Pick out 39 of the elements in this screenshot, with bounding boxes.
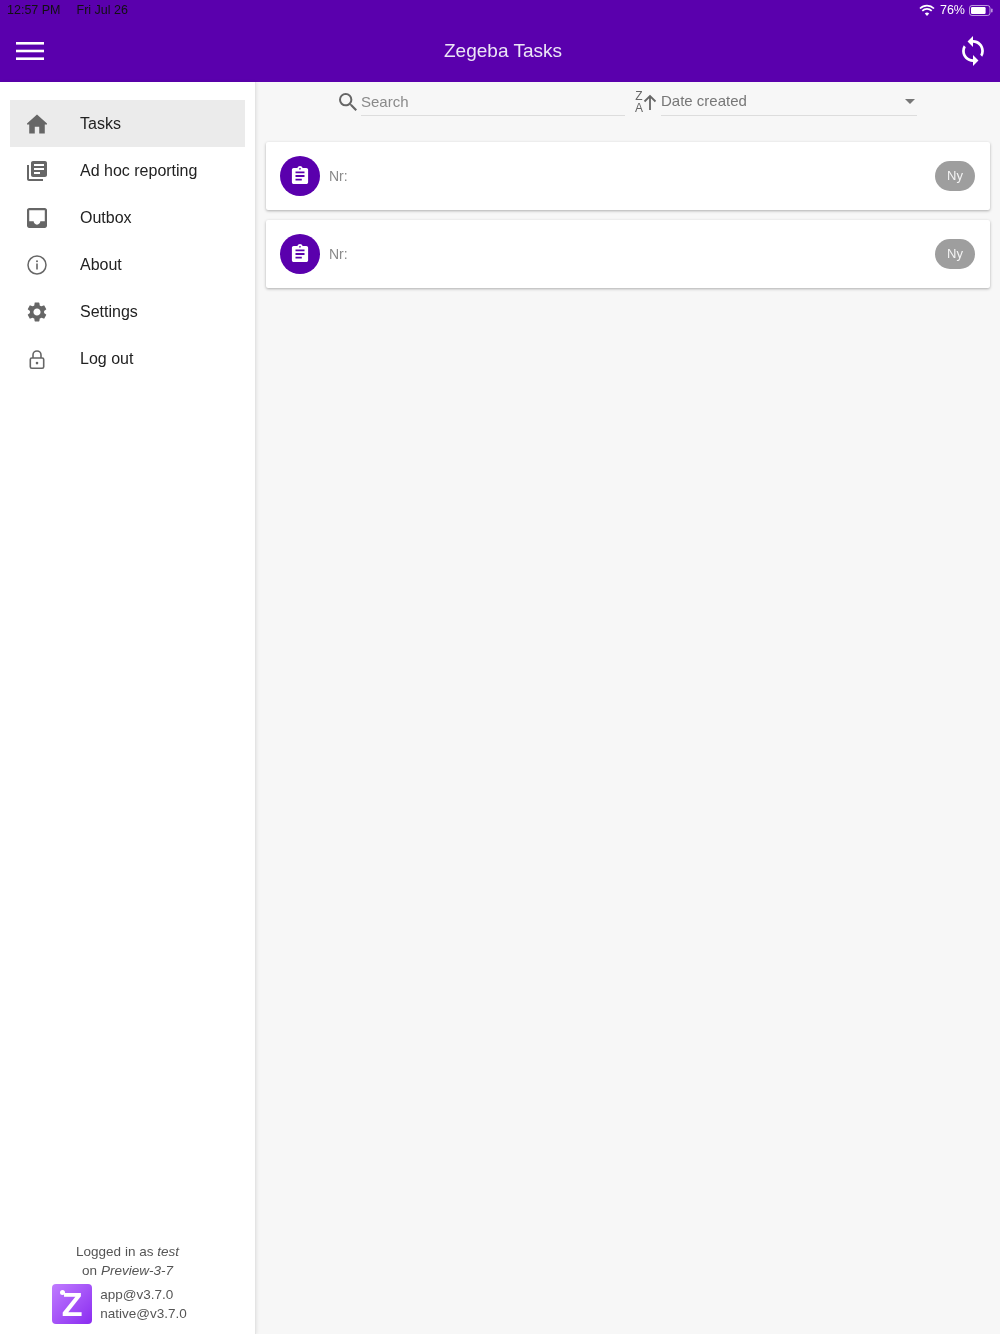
sort-direction-button[interactable]: Z A — [635, 88, 657, 116]
status-badge: Ny — [935, 161, 975, 191]
task-card[interactable]: Nr: Ny — [266, 142, 990, 210]
battery-icon — [969, 4, 993, 16]
app-logo: Z — [52, 1284, 93, 1324]
task-card[interactable]: Nr: Ny — [266, 220, 990, 288]
sync-icon[interactable] — [962, 36, 984, 66]
arrow-up-icon — [643, 94, 657, 110]
lock-icon — [27, 348, 47, 369]
task-number-label: Nr: — [329, 244, 349, 264]
sidebar-item[interactable]: Log out — [10, 335, 245, 382]
status-date: Fri Jul 26 — [76, 1, 128, 19]
login-text: Logged in as test — [76, 1243, 179, 1261]
battery-percent: 76% — [939, 1, 965, 19]
sidebar-item[interactable]: Tasks — [10, 100, 245, 147]
search-field[interactable]: Search — [361, 88, 625, 116]
tray-icon — [27, 207, 47, 228]
caret-icon — [905, 99, 915, 104]
settings-icon — [27, 301, 47, 322]
info-icon — [27, 254, 47, 275]
sidebar-item[interactable]: About — [10, 241, 245, 288]
sidebar-item[interactable]: Ad hoc reporting — [10, 147, 245, 194]
status-badge: Ny — [935, 239, 975, 269]
sort-select[interactable]: Date created — [661, 88, 917, 116]
status-time: 12:57 PM — [7, 1, 61, 19]
task-number-label: Nr: — [329, 166, 349, 186]
wifi-icon — [918, 4, 935, 16]
sidebar-item[interactable]: Outbox — [10, 194, 245, 241]
home-icon — [27, 113, 47, 134]
sidebar-item[interactable]: Settings — [10, 288, 245, 335]
version-text: native@v3.7.0 — [100, 1305, 187, 1323]
menu-icon[interactable] — [16, 42, 44, 60]
search-icon — [339, 93, 357, 111]
server-text: on Preview-3-7 — [82, 1262, 173, 1280]
documents-icon — [27, 160, 47, 181]
clipboard-icon — [280, 156, 320, 196]
app-title: Zegeba Tasks — [444, 38, 562, 63]
clipboard-icon — [280, 234, 320, 274]
version-text: app@v3.7.0 — [100, 1286, 175, 1304]
